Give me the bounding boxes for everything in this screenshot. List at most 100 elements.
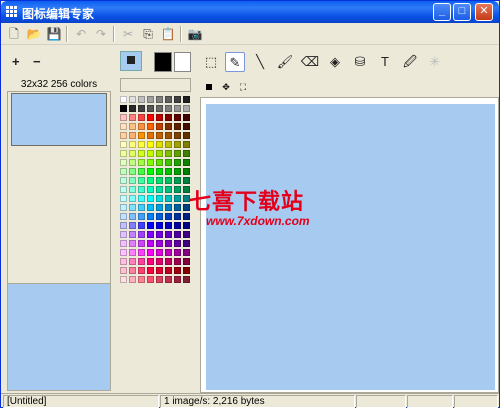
palette-swatch[interactable] xyxy=(129,258,136,265)
palette-swatch[interactable] xyxy=(183,114,190,121)
text-icon[interactable]: T xyxy=(375,52,395,72)
palette-swatch[interactable] xyxy=(156,213,163,220)
palette-swatch[interactable] xyxy=(174,276,181,283)
open-folder-icon[interactable]: 📂 xyxy=(26,26,42,42)
palette-swatch[interactable] xyxy=(165,231,172,238)
palette-swatch[interactable] xyxy=(120,276,127,283)
palette-swatch[interactable] xyxy=(120,186,127,193)
brush-size-large[interactable]: ⛶ xyxy=(237,81,249,93)
shape-icon[interactable]: ⛁ xyxy=(350,52,370,72)
color-palette[interactable] xyxy=(120,96,191,386)
palette-swatch[interactable] xyxy=(120,231,127,238)
palette-swatch[interactable] xyxy=(147,150,154,157)
add-image-icon[interactable]: + xyxy=(12,55,24,68)
palette-swatch[interactable] xyxy=(138,258,145,265)
palette-swatch[interactable] xyxy=(147,276,154,283)
palette-swatch[interactable] xyxy=(156,186,163,193)
palette-swatch[interactable] xyxy=(138,177,145,184)
palette-swatch[interactable] xyxy=(147,249,154,256)
palette-swatch[interactable] xyxy=(183,123,190,130)
palette-swatch[interactable] xyxy=(183,159,190,166)
palette-swatch[interactable] xyxy=(165,249,172,256)
palette-swatch[interactable] xyxy=(138,114,145,121)
palette-swatch[interactable] xyxy=(147,141,154,148)
palette-swatch[interactable] xyxy=(147,195,154,202)
cut-icon[interactable]: ✂ xyxy=(120,26,136,42)
palette-swatch[interactable] xyxy=(147,96,154,103)
palette-swatch[interactable] xyxy=(156,159,163,166)
palette-swatch[interactable] xyxy=(174,186,181,193)
palette-swatch[interactable] xyxy=(129,123,136,130)
palette-swatch[interactable] xyxy=(129,222,136,229)
palette-swatch[interactable] xyxy=(165,195,172,202)
palette-swatch[interactable] xyxy=(120,168,127,175)
palette-swatch[interactable] xyxy=(156,177,163,184)
palette-swatch[interactable] xyxy=(138,105,145,112)
palette-swatch[interactable] xyxy=(138,141,145,148)
palette-swatch[interactable] xyxy=(156,204,163,211)
palette-swatch[interactable] xyxy=(174,222,181,229)
palette-swatch[interactable] xyxy=(174,204,181,211)
palette-swatch[interactable] xyxy=(183,249,190,256)
palette-swatch[interactable] xyxy=(165,222,172,229)
palette-swatch[interactable] xyxy=(138,159,145,166)
palette-swatch[interactable] xyxy=(129,204,136,211)
palette-swatch[interactable] xyxy=(147,114,154,121)
palette-swatch[interactable] xyxy=(183,105,190,112)
palette-swatch[interactable] xyxy=(174,240,181,247)
palette-swatch[interactable] xyxy=(138,123,145,130)
palette-swatch[interactable] xyxy=(156,231,163,238)
palette-swatch[interactable] xyxy=(129,105,136,112)
eyedropper-icon[interactable]: 🖉 xyxy=(400,52,420,72)
palette-swatch[interactable] xyxy=(147,159,154,166)
camera-icon[interactable]: 📷 xyxy=(187,26,203,42)
brush-size-small[interactable] xyxy=(203,81,215,93)
palette-swatch[interactable] xyxy=(174,249,181,256)
icon-thumbnail[interactable] xyxy=(11,93,107,146)
palette-swatch[interactable] xyxy=(147,177,154,184)
palette-swatch[interactable] xyxy=(120,123,127,130)
palette-swatch[interactable] xyxy=(165,114,172,121)
palette-swatch[interactable] xyxy=(165,258,172,265)
palette-swatch[interactable] xyxy=(129,213,136,220)
palette-swatch[interactable] xyxy=(147,186,154,193)
palette-swatch[interactable] xyxy=(147,168,154,175)
palette-swatch[interactable] xyxy=(120,150,127,157)
palette-swatch[interactable] xyxy=(156,123,163,130)
palette-swatch[interactable] xyxy=(120,195,127,202)
palette-swatch[interactable] xyxy=(138,249,145,256)
palette-swatch[interactable] xyxy=(165,267,172,274)
minimize-button[interactable]: _ xyxy=(433,3,451,21)
palette-swatch[interactable] xyxy=(165,204,172,211)
palette-swatch[interactable] xyxy=(120,240,127,247)
palette-swatch[interactable] xyxy=(138,231,145,238)
palette-swatch[interactable] xyxy=(174,114,181,121)
palette-swatch[interactable] xyxy=(165,150,172,157)
palette-swatch[interactable] xyxy=(120,141,127,148)
palette-swatch[interactable] xyxy=(174,141,181,148)
undo-icon[interactable]: ↶ xyxy=(73,26,89,42)
palette-swatch[interactable] xyxy=(156,240,163,247)
palette-swatch[interactable] xyxy=(165,186,172,193)
palette-swatch[interactable] xyxy=(165,105,172,112)
fill-icon[interactable]: ◈ xyxy=(325,52,345,72)
close-button[interactable]: ✕ xyxy=(475,3,493,21)
palette-swatch[interactable] xyxy=(147,123,154,130)
palette-swatch[interactable] xyxy=(183,177,190,184)
palette-swatch[interactable] xyxy=(129,186,136,193)
palette-swatch[interactable] xyxy=(138,150,145,157)
palette-swatch[interactable] xyxy=(120,267,127,274)
palette-swatch[interactable] xyxy=(174,267,181,274)
palette-swatch[interactable] xyxy=(147,222,154,229)
palette-swatch[interactable] xyxy=(174,150,181,157)
palette-swatch[interactable] xyxy=(147,213,154,220)
palette-swatch[interactable] xyxy=(183,258,190,265)
palette-swatch[interactable] xyxy=(174,159,181,166)
palette-swatch[interactable] xyxy=(129,177,136,184)
palette-swatch[interactable] xyxy=(138,222,145,229)
title-bar[interactable]: 图标编辑专家 _ □ ✕ xyxy=(1,1,499,23)
eraser-icon[interactable]: ⌫ xyxy=(300,52,320,72)
palette-swatch[interactable] xyxy=(138,240,145,247)
palette-swatch[interactable] xyxy=(183,168,190,175)
palette-swatch[interactable] xyxy=(147,240,154,247)
